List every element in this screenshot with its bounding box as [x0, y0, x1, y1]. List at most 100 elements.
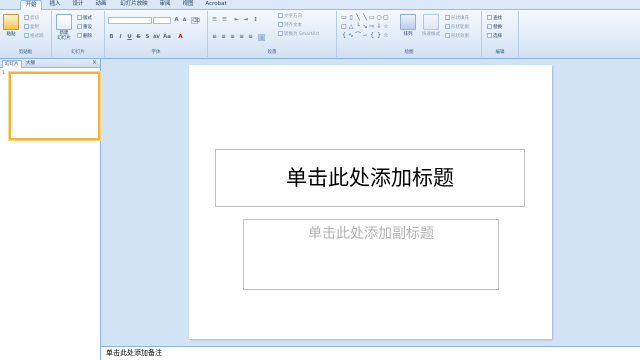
align-left-icon[interactable]: ≡: [211, 34, 218, 41]
oval-shape-icon[interactable]: ○: [376, 15, 382, 21]
change-case-icon[interactable]: Aa: [163, 34, 171, 41]
line-shape-icon[interactable]: ╲: [355, 15, 361, 21]
arrow-shape-icon[interactable]: ╲: [362, 15, 368, 21]
group-label-paragraph: 段落: [267, 50, 277, 55]
find-label: 查找: [493, 16, 502, 21]
clipboard-icon: [3, 14, 19, 30]
close-pane-icon[interactable]: ×: [92, 59, 97, 67]
replace-button[interactable]: 替换: [487, 24, 502, 30]
left-brace-shape-icon[interactable]: {: [369, 33, 375, 39]
columns-icon[interactable]: ▥: [258, 34, 265, 41]
align-center-icon[interactable]: ≡: [220, 34, 227, 41]
bullets-icon[interactable]: ☰: [211, 17, 218, 24]
font-name-combo[interactable]: [108, 17, 152, 24]
slide-canvas[interactable]: 单击此处添加标题 单击此处添加副标题: [189, 65, 552, 339]
tab-slides-pane[interactable]: 幻灯片: [2, 60, 22, 68]
star-shape-icon[interactable]: ☆: [383, 24, 389, 30]
vertical-textbox-shape-icon[interactable]: ▯: [348, 15, 354, 21]
decrease-indent-icon[interactable]: ⇤: [233, 17, 240, 24]
tab-animations[interactable]: 动画: [91, 0, 111, 9]
numbering-icon[interactable]: ☰: [221, 17, 228, 24]
paste-button[interactable]: 粘贴: [2, 14, 20, 37]
curved-connector-icon[interactable]: ↘: [362, 24, 368, 30]
font-size-combo[interactable]: [153, 17, 171, 24]
shrink-font-icon[interactable]: A: [181, 17, 188, 24]
tab-home[interactable]: 开始: [20, 0, 42, 10]
scribble-shape-icon[interactable]: ∽: [362, 33, 368, 39]
grow-font-icon[interactable]: A: [173, 17, 180, 24]
down-arrow-shape-icon[interactable]: ⇩: [376, 24, 382, 30]
tab-outline-pane[interactable]: 大纲: [24, 60, 37, 67]
format-painter-button[interactable]: 格式刷: [24, 33, 44, 39]
copy-icon: [24, 24, 29, 29]
italic-icon[interactable]: I: [117, 34, 124, 41]
select-button[interactable]: 选择: [487, 33, 502, 39]
align-right-icon[interactable]: ≡: [229, 34, 236, 41]
strikethrough-icon[interactable]: S: [135, 34, 142, 41]
group-editing: 查找 替换 选择 编辑: [482, 11, 519, 57]
text-direction-button[interactable]: 文字方向: [278, 13, 302, 19]
right-brace-shape-icon[interactable]: }: [376, 33, 382, 39]
shape-effects-button[interactable]: 形状效果: [445, 33, 469, 39]
title-placeholder[interactable]: 单击此处添加标题: [215, 149, 525, 207]
tab-insert[interactable]: 插入: [45, 0, 65, 9]
tab-slideshow[interactable]: 幻灯片放映: [115, 0, 153, 9]
quick-styles-button[interactable]: 快速样式: [420, 14, 442, 37]
distribute-icon[interactable]: ≡: [247, 34, 254, 41]
curve-shape-icon[interactable]: ∿: [348, 33, 354, 39]
reset-icon: [77, 24, 82, 29]
triangle-shape-icon[interactable]: △: [348, 24, 354, 30]
new-slide-label: 新建 幻灯片: [57, 31, 71, 41]
underline-icon[interactable]: U: [126, 34, 133, 41]
group-label-slides: 幻灯片: [71, 50, 85, 55]
tab-review[interactable]: 审阅: [155, 0, 175, 9]
reset-button[interactable]: 重设: [77, 24, 92, 30]
clear-format-icon[interactable]: ⌫: [191, 17, 200, 24]
square-shape-icon[interactable]: □: [341, 24, 347, 30]
rounded-rect-shape-icon[interactable]: ▢: [383, 15, 389, 21]
cut-label: 剪切: [30, 16, 39, 21]
brace-shape-icon[interactable]: {: [341, 33, 347, 39]
delete-label: 删除: [83, 34, 92, 39]
format-painter-label: 格式刷: [30, 34, 44, 39]
char-spacing-icon[interactable]: AV: [153, 34, 160, 41]
subtitle-placeholder[interactable]: 单击此处添加副标题: [243, 219, 499, 290]
new-slide-button[interactable]: 新建 幻灯片: [55, 14, 73, 41]
bold-icon[interactable]: B: [108, 34, 115, 41]
tab-design[interactable]: 设计: [68, 0, 88, 9]
shape-outline-button[interactable]: 形状轮廓: [445, 24, 469, 30]
shadow-icon[interactable]: S: [144, 34, 151, 41]
select-label: 选择: [493, 34, 502, 39]
textbox-shape-icon[interactable]: ▭: [341, 15, 347, 21]
group-slides: 新建 幻灯片 版式 重设 删除 幻灯片: [52, 11, 105, 57]
right-arrow-shape-icon[interactable]: ⇨: [369, 24, 375, 30]
delete-button[interactable]: 删除: [77, 33, 92, 39]
shape-fill-label: 形状填充: [451, 16, 469, 21]
font-color-icon[interactable]: A: [177, 34, 184, 41]
increase-indent-icon[interactable]: ⇥: [242, 17, 249, 24]
convert-smartart-button[interactable]: 转换为 SmartArt: [278, 31, 319, 37]
notes-pane[interactable]: 单击此处添加备注: [101, 346, 640, 360]
tab-view[interactable]: 视图: [178, 0, 198, 9]
copy-button[interactable]: 复制: [24, 24, 39, 30]
star5-shape-icon[interactable]: ☆: [383, 33, 389, 39]
layout-button[interactable]: 版式: [77, 15, 92, 21]
scissors-icon: [24, 15, 29, 20]
tab-acrobat[interactable]: Acrobat: [203, 0, 229, 9]
find-button[interactable]: 查找: [487, 15, 502, 21]
freeform-shape-icon[interactable]: ⌒: [355, 33, 361, 39]
line-spacing-icon[interactable]: ↕: [252, 17, 259, 24]
pen-icon: [445, 24, 450, 29]
slides-pane-header: 幻灯片 大纲 ×: [0, 59, 100, 68]
reset-label: 重设: [83, 25, 92, 30]
arrange-button[interactable]: 排列: [399, 14, 417, 37]
elbow-connector-icon[interactable]: └: [355, 24, 361, 30]
effects-icon: [445, 33, 450, 38]
slide-thumbnail[interactable]: [9, 72, 100, 140]
align-text-button[interactable]: 对齐文本: [278, 22, 302, 28]
shape-fill-button[interactable]: 形状填充: [445, 15, 469, 21]
cut-button[interactable]: 剪切: [24, 15, 39, 21]
justify-icon[interactable]: ≡: [238, 34, 245, 41]
copy-label: 复制: [30, 25, 39, 30]
rectangle-shape-icon[interactable]: ▭: [369, 15, 375, 21]
